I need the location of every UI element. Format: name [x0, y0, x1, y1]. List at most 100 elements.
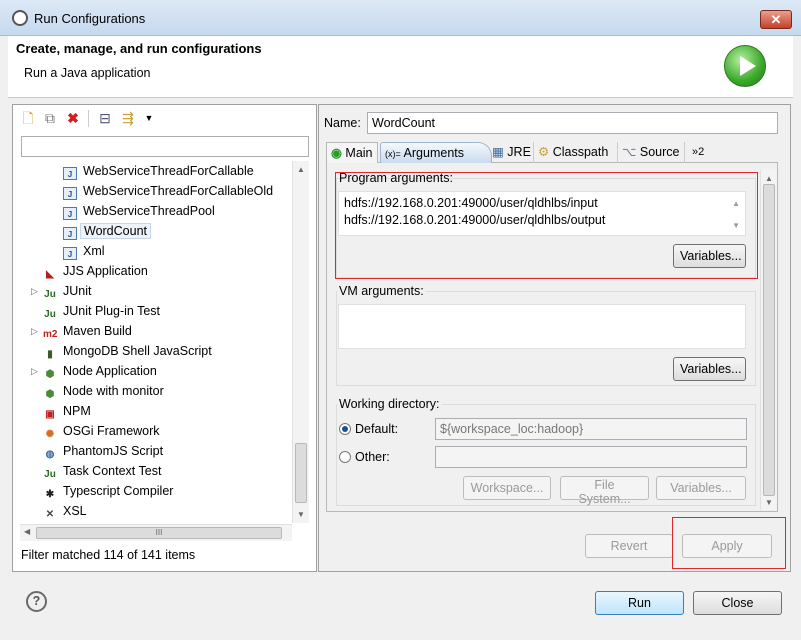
java-app-icon: J: [63, 187, 77, 200]
main-tab-icon: ◉: [331, 146, 342, 160]
expand-arrow-icon[interactable]: ▷: [31, 321, 38, 341]
more-tabs-button[interactable]: »2: [688, 142, 708, 163]
tab-source[interactable]: ⌥ Source: [617, 142, 685, 163]
tree-item[interactable]: J WordCount: [63, 221, 151, 241]
content-scrollbar[interactable]: ▲ ▼: [760, 170, 777, 510]
filter-status: Filter matched 114 of 141 items: [21, 548, 196, 562]
tree-item-label: Task Context Test: [63, 464, 162, 478]
tab-main[interactable]: ◉ Main: [326, 142, 378, 163]
delete-icon[interactable]: ✖: [65, 110, 81, 126]
java-app-icon: J: [63, 247, 77, 260]
java-app-icon: J: [63, 207, 77, 220]
workspace-button[interactable]: Workspace...: [463, 476, 551, 500]
tree-item[interactable]: ✱ Typescript Compiler: [43, 481, 174, 501]
name-input[interactable]: [367, 112, 778, 134]
npm-icon: ▣: [45, 409, 55, 420]
tree-item[interactable]: ▷ Ju JUnit: [31, 281, 92, 301]
run-icon: [724, 45, 766, 87]
tree-item[interactable]: Ju Task Context Test: [43, 461, 161, 481]
file-system-button[interactable]: File System...: [560, 476, 649, 506]
configuration-tree: J WebServiceThreadForCallable J WebServiceT…: [20, 161, 292, 523]
java-app-icon: J: [63, 227, 77, 240]
apply-highlight: [672, 517, 786, 569]
working-directory-label: Working directory:: [337, 397, 442, 411]
tree-item[interactable]: ✺ OSGi Framework: [43, 421, 160, 441]
expand-arrow-icon[interactable]: ▷: [31, 361, 38, 381]
tree-item[interactable]: ▮ MongoDB Shell JavaScript: [43, 341, 212, 361]
tree-item[interactable]: ▣ NPM: [43, 401, 91, 421]
mongodb-icon: ▮: [47, 349, 53, 360]
revert-button[interactable]: Revert: [585, 534, 673, 558]
tree-item-label: Typescript Compiler: [63, 484, 174, 498]
workdir-variables-button[interactable]: Variables...: [656, 476, 746, 500]
name-label: Name:: [324, 116, 361, 130]
tree-item[interactable]: ◍ PhantomJS Script: [43, 441, 163, 461]
expand-arrow-icon[interactable]: ▷: [31, 281, 38, 301]
jre-tab-icon: ▦: [492, 145, 504, 159]
filter-input[interactable]: [21, 136, 309, 157]
close-window-button[interactable]: ✕: [760, 10, 792, 29]
content-scroll-thumb[interactable]: [763, 184, 775, 496]
tab-classpath[interactable]: ⚙ Classpath: [533, 142, 612, 163]
tree-item-label: Xml: [83, 244, 105, 258]
collapse-all-icon[interactable]: ⊟: [97, 110, 113, 126]
tab-jre[interactable]: ▦ JRE: [488, 142, 535, 163]
tree-horizontal-scrollbar[interactable]: ◀ III: [20, 524, 292, 541]
new-config-icon[interactable]: 🗋: [20, 110, 36, 126]
tree-item-label: WordCount: [80, 223, 151, 239]
vm-arguments-textarea[interactable]: [338, 304, 746, 349]
eclipse-icon: [12, 10, 28, 26]
jjs-icon: ◣: [46, 269, 54, 280]
toolbar-divider: [88, 110, 89, 127]
header-subtitle: Run a Java application: [24, 66, 151, 80]
tree-item[interactable]: J WebServiceThreadPool: [63, 201, 215, 221]
radio-icon: [339, 451, 351, 463]
radio-icon: [339, 423, 351, 435]
tree-item-label: MongoDB Shell JavaScript: [63, 344, 212, 358]
duplicate-icon[interactable]: ⧉: [42, 110, 58, 126]
tree-item-label: WebServiceThreadPool: [83, 204, 215, 218]
tree-item-label: NPM: [63, 404, 91, 418]
maven-icon: m2: [43, 329, 58, 340]
osgi-icon: ✺: [45, 429, 55, 440]
tree-scroll-thumb[interactable]: [295, 443, 307, 503]
other-directory-field[interactable]: [435, 446, 747, 468]
tree-item[interactable]: J WebServiceThreadForCallableOld: [63, 181, 273, 201]
typescript-icon: ✱: [45, 489, 55, 500]
tree-item-label: Maven Build: [63, 324, 132, 338]
tree-item-label: XSL: [63, 504, 87, 518]
view-menu-icon[interactable]: ▼: [141, 110, 157, 126]
default-radio[interactable]: Default:: [339, 422, 398, 436]
tree-vertical-scrollbar[interactable]: ▲ ▼: [292, 161, 309, 523]
tree-item-label: PhantomJS Script: [63, 444, 164, 458]
vm-variables-button[interactable]: Variables...: [673, 357, 746, 381]
tree-item[interactable]: ▷ m2 Maven Build: [31, 321, 132, 341]
tree-item[interactable]: J WebServiceThreadForCallable: [63, 161, 254, 181]
tree-item[interactable]: ✕ XSL: [43, 501, 87, 521]
vm-arguments-label: VM arguments:: [337, 284, 426, 298]
junit-plugin-icon: Ju: [44, 309, 56, 320]
tree-item-label: JUnit: [63, 284, 92, 298]
hscroll-thumb[interactable]: III: [36, 527, 282, 539]
phantomjs-icon: ◍: [45, 449, 55, 460]
classpath-tab-icon: ⚙: [538, 145, 550, 159]
tree-item-label: WebServiceThreadForCallableOld: [83, 184, 274, 198]
other-radio[interactable]: Other:: [339, 450, 390, 464]
help-icon[interactable]: ?: [26, 591, 47, 612]
tree-item-label: JJS Application: [63, 264, 148, 278]
xsl-icon: ✕: [45, 509, 55, 520]
tree-item[interactable]: ⬢ Node with monitor: [43, 381, 164, 401]
junit-icon: Ju: [44, 289, 56, 300]
tree-item-label: OSGi Framework: [63, 424, 160, 438]
tree-item[interactable]: Ju JUnit Plug-in Test: [43, 301, 160, 321]
tree-item[interactable]: ▷ ⬢ Node Application: [31, 361, 157, 381]
close-button[interactable]: Close: [693, 591, 782, 615]
tab-arguments[interactable]: (x)= Arguments: [380, 142, 492, 163]
tree-item[interactable]: ◣ JJS Application: [43, 261, 148, 281]
tree-item-label: Node Application: [63, 364, 157, 378]
run-button[interactable]: Run: [595, 591, 684, 615]
filter-icon[interactable]: ⇶: [120, 110, 136, 126]
tree-item[interactable]: J Xml: [63, 241, 105, 261]
tree-item-label: Node with monitor: [63, 384, 164, 398]
node-icon: ⬢: [45, 369, 55, 380]
